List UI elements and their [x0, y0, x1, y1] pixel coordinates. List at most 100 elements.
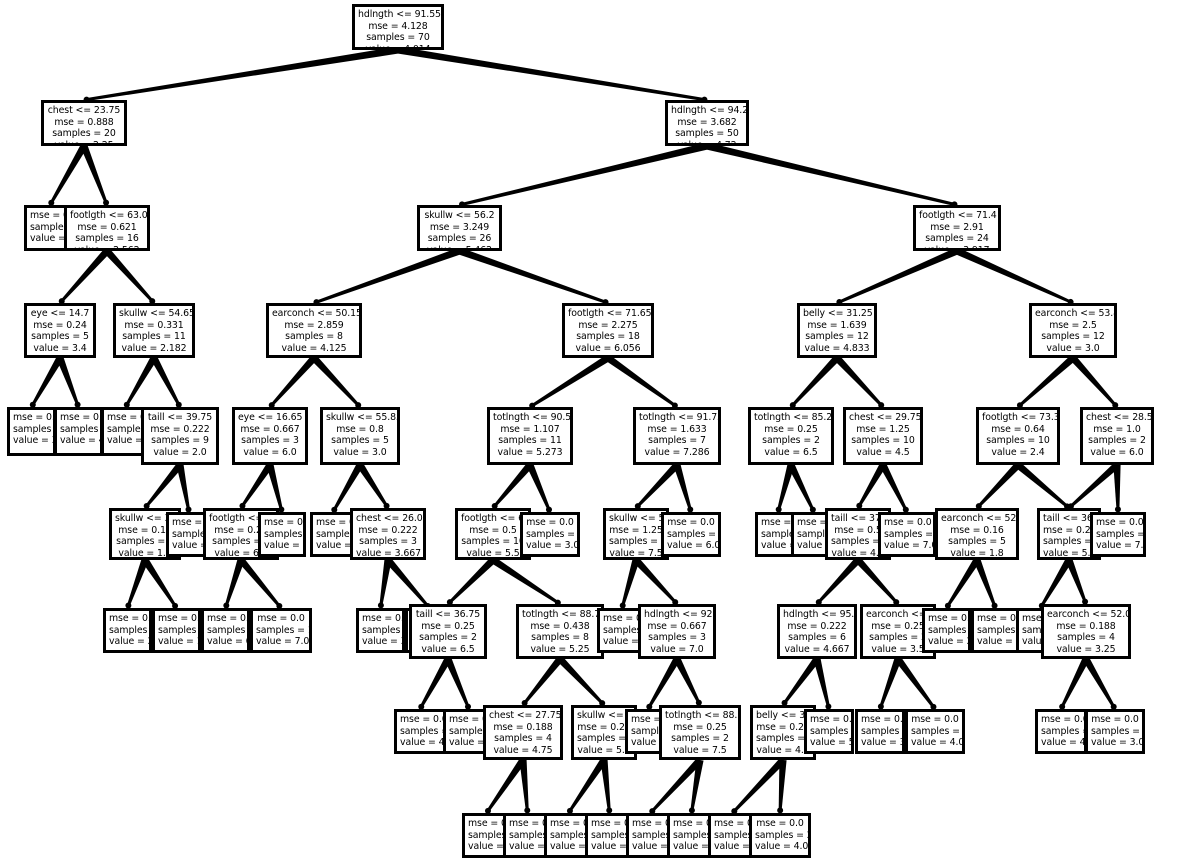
tree-decision-node: earconch <= 52.05 mse = 0.188 samples = 4v…	[1041, 604, 1131, 659]
tree-leaf-node: mse = 0.0samples = 1value = 7.0	[1090, 512, 1146, 557]
node-mse: mse = 0.0	[107, 412, 150, 423]
node-samples: samples = 10	[461, 536, 525, 548]
tree-decision-node: hdlngth <= 94.2 mse = 3.682 samples = 50 va…	[665, 100, 749, 146]
tree-decision-node: chest <= 27.75 mse = 0.188 samples = 4 valu…	[483, 705, 563, 760]
tree-edge	[778, 759, 787, 810]
node-samples: samples = 2	[755, 829, 811, 841]
node-samples: samples = 2	[107, 423, 147, 435]
tree-decision-node: earconch <= 50.15 mse = 2.859 samples = 8v…	[266, 303, 362, 358]
node-condition: footlgth <= 71.4	[919, 210, 997, 221]
node-condition: hdlngth <= 92.9	[644, 609, 716, 620]
node-mse: mse = 0.0	[158, 613, 201, 624]
node-mse: mse = 1.107	[500, 423, 560, 435]
node-condition: earconch <= 44.25	[866, 609, 933, 620]
node-samples: samples = 11	[122, 331, 186, 343]
tree-edge	[690, 759, 704, 811]
node-condition: chest <= 27.75	[489, 710, 562, 721]
node-value: value = 5.0	[810, 737, 854, 749]
tree-decision-node: chest <= 26.0 mse = 0.222 samples = 3 value…	[350, 508, 426, 560]
tree-leaf-node: mse = 0.0samples = 1value = 3.0	[855, 709, 905, 754]
tree-edge	[379, 559, 392, 606]
tree-leaf-node: mse = 0.0samples = 3value = 2.0	[103, 608, 152, 653]
tree-edge	[706, 142, 955, 206]
node-value: value = 7.286	[644, 446, 710, 458]
tree-edge	[1113, 464, 1121, 509]
tree-decision-node: totlngth <= 90.5 mse = 1.107 samples = 11 v…	[487, 407, 573, 465]
node-value: value = 2.182	[121, 342, 187, 354]
tree-leaf-node: mse = 0.0samples = 2value = 3.0	[356, 608, 405, 653]
tree-edge	[818, 557, 861, 603]
node-samples: samples = 4	[756, 733, 814, 745]
node-value: value = 3.0	[362, 636, 402, 648]
node-value: value = 4.72	[677, 139, 737, 146]
node-value: value = 3.667	[356, 547, 421, 559]
tree-decision-node: footlgth <= 71.65 mse = 2.275 samples = 18…	[562, 303, 654, 358]
node-value: value = 6.5	[764, 446, 818, 458]
node-samples: samples = 4	[577, 733, 635, 745]
tree-edge	[1061, 657, 1090, 707]
node-value: value = 4.5	[756, 744, 810, 756]
node-samples: samples = 1	[591, 829, 631, 841]
node-mse: mse = 0.0	[109, 613, 152, 624]
node-value: value = 6.0	[243, 446, 297, 458]
node-value: value = 4.5	[856, 446, 910, 458]
node-mse: mse = 1.25	[856, 423, 910, 435]
node-mse: mse = 3.249	[429, 221, 490, 233]
node-condition: totlngth <= 85.25	[754, 412, 834, 423]
node-samples: samples = 50	[675, 128, 739, 140]
tree-decision-node: belly <= 31.25 mse = 1.639 samples = 12 val…	[797, 303, 877, 358]
tree-edge	[487, 757, 526, 812]
node-value: value = 7.5	[673, 744, 727, 756]
node-mse: mse = 2.859	[284, 319, 344, 331]
tree-edge	[792, 355, 840, 406]
tree-edge	[462, 142, 708, 206]
node-condition: eye <= 16.65	[238, 412, 303, 423]
node-value: value = 3.0	[526, 540, 580, 552]
tree-decision-node: footlgth <= 71.4 mse = 2.91 samples = 24 va…	[913, 205, 1001, 251]
node-samples: samples = 1	[256, 624, 312, 636]
node-value: value = 6.0	[667, 540, 721, 552]
node-samples: samples = 10	[851, 435, 915, 447]
tree-edge	[557, 656, 603, 704]
node-value: value = 5.0	[1043, 547, 1097, 559]
tree-decision-node: hdlngth <= 91.55 mse = 4.128 samples = 70 v…	[352, 4, 444, 50]
node-samples: samples = 2	[671, 733, 729, 745]
node-value: value = 7.0	[650, 643, 704, 655]
tree-edge	[879, 657, 902, 707]
node-samples: samples = 8	[285, 331, 343, 343]
tree-edge	[879, 463, 907, 510]
node-samples: samples = 3	[1091, 725, 1145, 737]
tree-edge	[491, 556, 559, 604]
node-mse: mse = 0.188	[1056, 620, 1116, 632]
node-samples: samples = 3	[359, 536, 417, 548]
node-mse: mse = 0.0	[714, 818, 757, 829]
tree-edge	[238, 557, 281, 607]
tree-edge	[633, 557, 676, 603]
node-value: value = 4.0	[911, 737, 965, 749]
node-samples: samples = 10	[986, 435, 1050, 447]
node-samples: samples = 6	[788, 632, 846, 644]
node-mse: mse = 0.64	[991, 423, 1045, 435]
tree-edge	[80, 144, 108, 203]
node-value: value = 7.0	[632, 841, 672, 853]
node-value: value = 1.8	[950, 547, 1004, 559]
tree-edge	[56, 356, 79, 405]
tree-edge	[834, 355, 882, 406]
tree-edge	[526, 463, 551, 510]
tree-decision-node: skullw <= 54.65 mse = 0.331 samples = 11 va…	[113, 303, 195, 358]
node-mse: mse = 0.0	[591, 818, 634, 829]
tree-edge	[397, 46, 705, 101]
node-samples: samples = 1	[861, 725, 902, 737]
node-samples: samples = 1	[928, 624, 968, 636]
node-samples: samples = 1	[810, 725, 851, 737]
node-samples: samples = 18	[576, 331, 640, 343]
node-condition: skullw <= 54.65	[119, 308, 195, 319]
node-condition: chest <= 29.75	[849, 412, 922, 423]
node-value: value = 4.0	[468, 841, 508, 853]
node-mse: mse = 0.0	[761, 517, 798, 528]
node-mse: mse = 0.25	[764, 423, 818, 435]
tree-leaf-node: mse = 0.0samples = 1value = 2.0	[922, 608, 971, 653]
node-samples: samples = 1	[911, 725, 965, 737]
node-value: value = 5.25	[530, 643, 590, 655]
node-value: value = 2.4	[991, 446, 1045, 458]
